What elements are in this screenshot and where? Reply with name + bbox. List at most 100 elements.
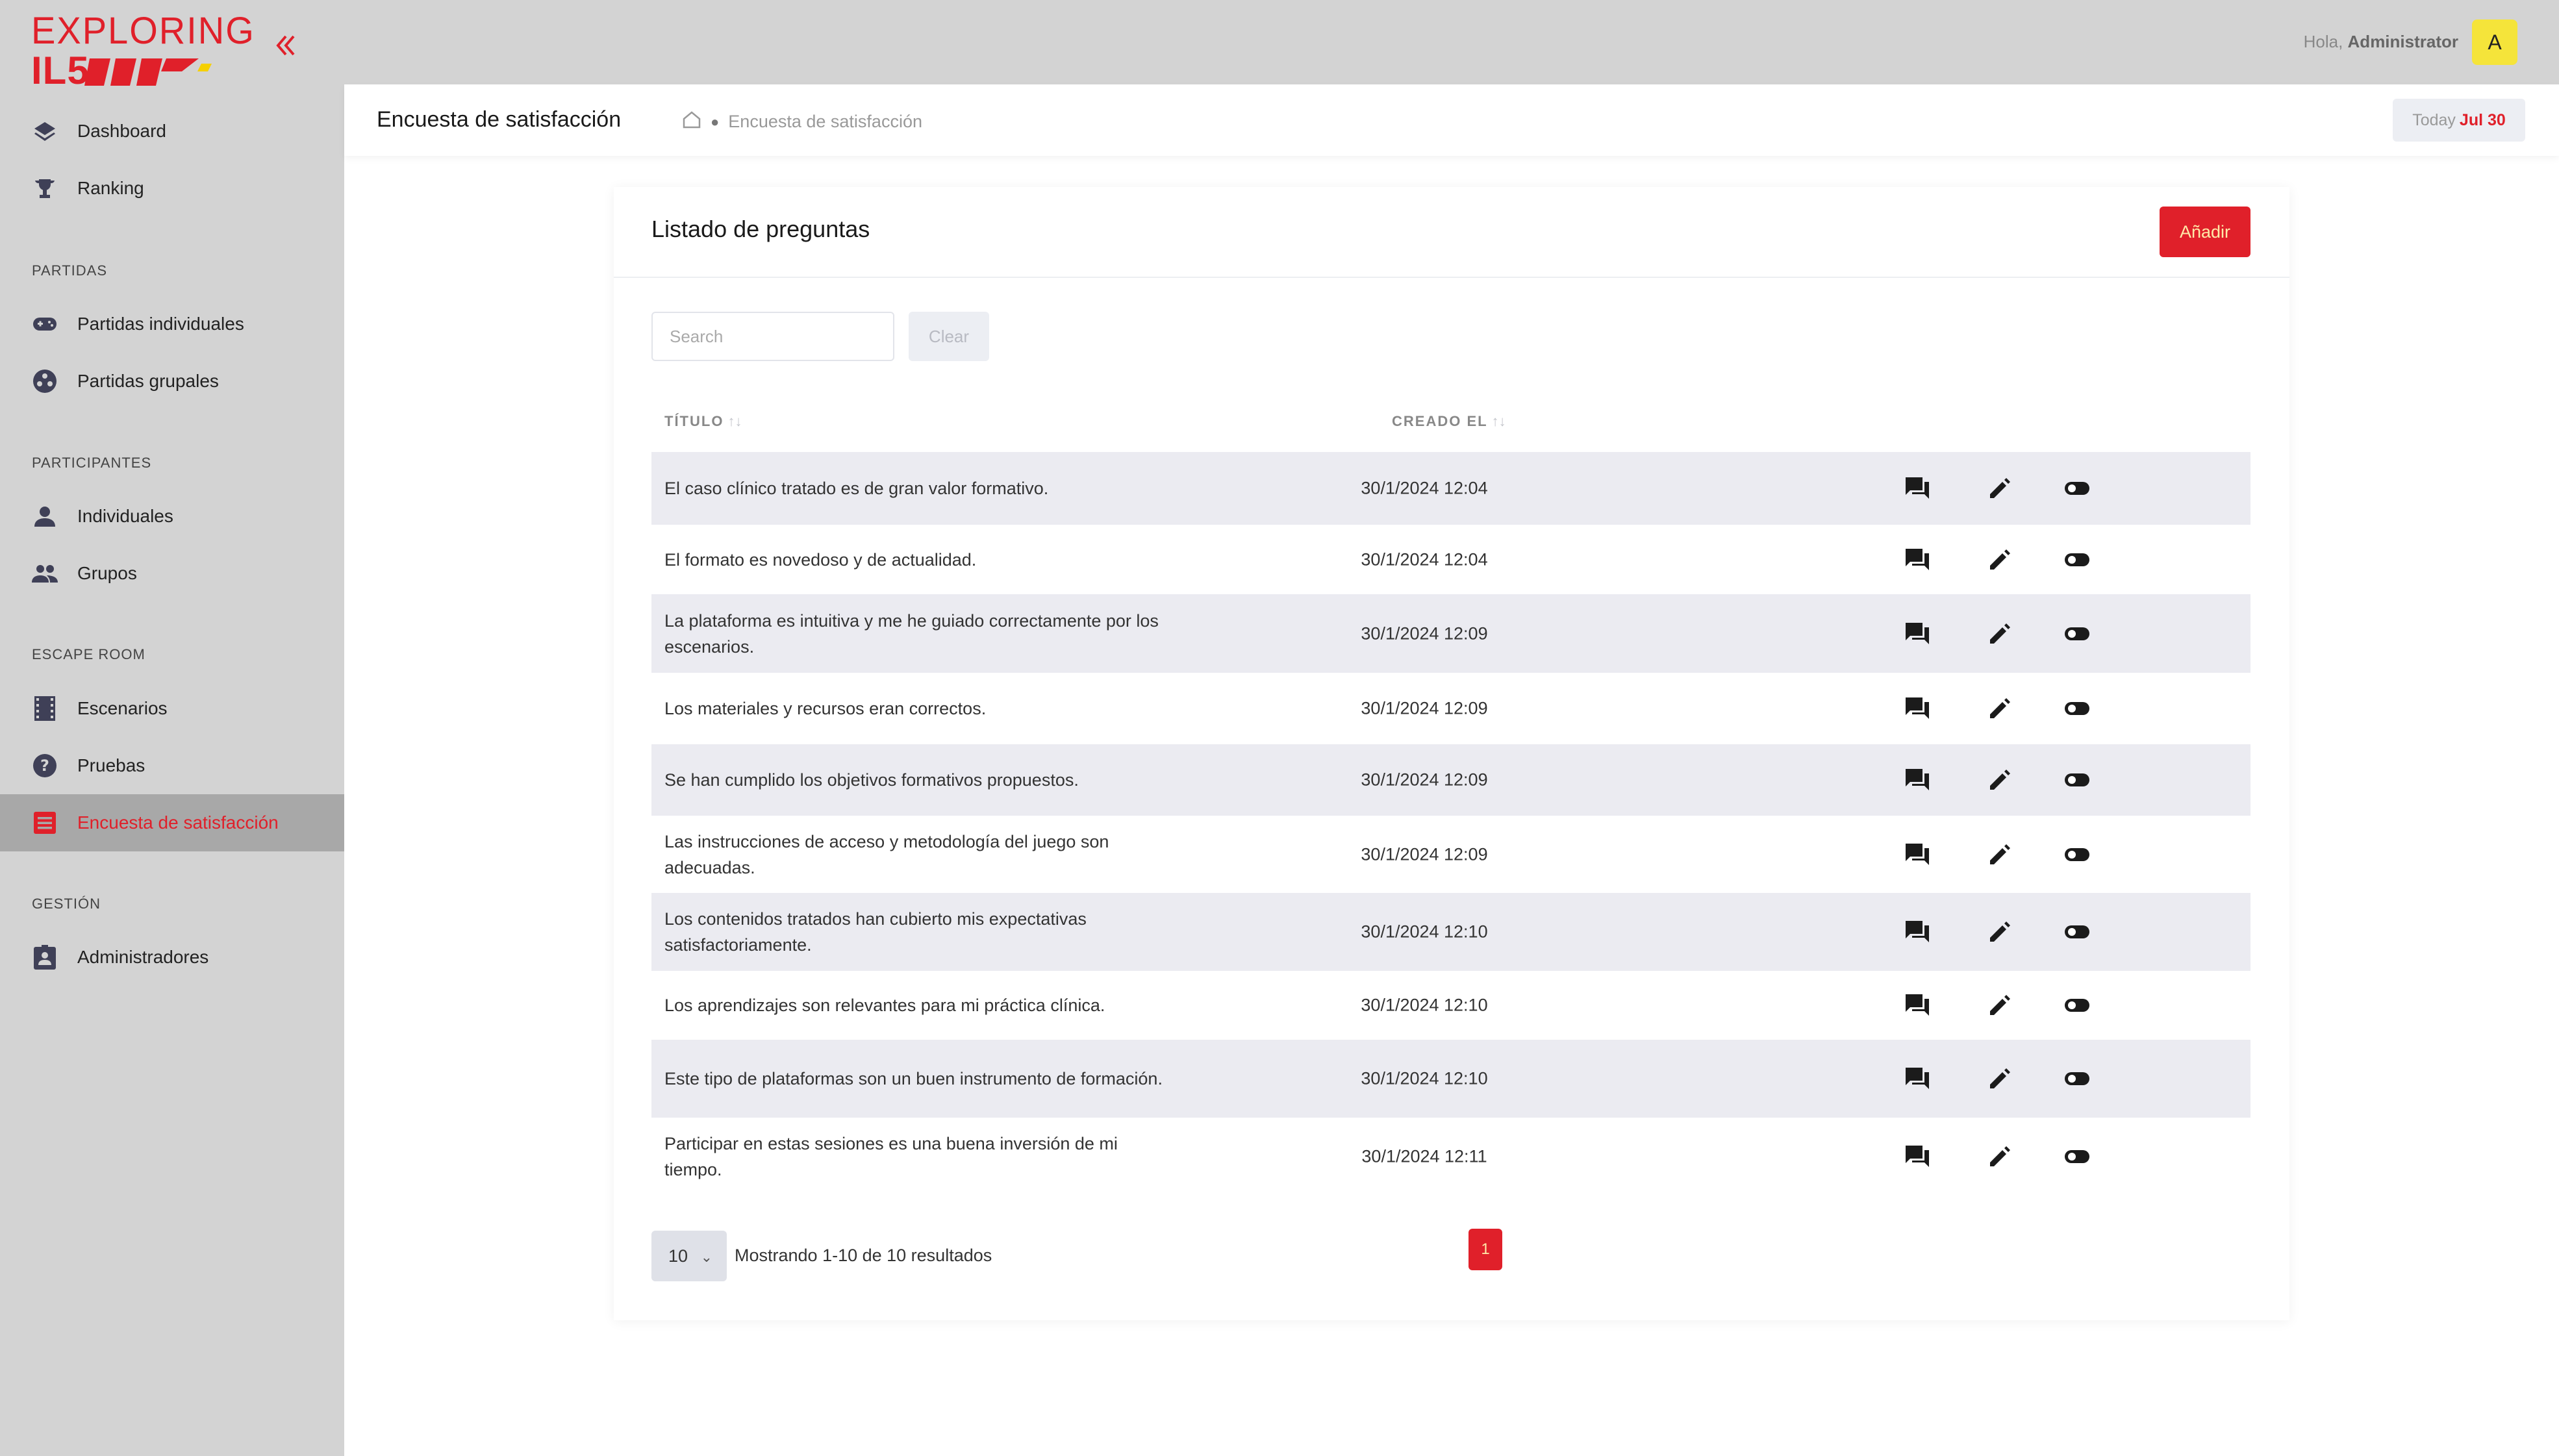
table-row: Participar en estas sesiones es una buen… — [651, 1118, 2250, 1195]
logo-mark: IL5 — [31, 49, 90, 92]
help-circle-icon: ? — [31, 752, 58, 779]
sort-icon: ↑↓ — [727, 413, 742, 429]
created-date: 30/1/2024 12:09 — [1361, 844, 1488, 864]
section-label-escape-room: ESCAPE ROOM — [32, 646, 145, 662]
sidebar-item-label: Ranking — [77, 178, 144, 198]
page-size-select[interactable]: 10 ⌄ — [651, 1231, 727, 1281]
home-icon[interactable] — [682, 110, 701, 133]
created-date: 30/1/2024 12:10 — [1361, 1068, 1488, 1088]
question-title: La plataforma es intuitiva y me he guiad… — [664, 610, 1159, 657]
sidebar: EXPLORING IL5 Dashboard Ranking PARTIDAS — [0, 0, 344, 1456]
edit-pencil-icon[interactable] — [1984, 544, 2016, 576]
sidebar-item-pruebas[interactable]: ? Pruebas — [0, 737, 344, 794]
table-row: Las instrucciones de acceso y metodologí… — [651, 816, 2250, 893]
list-icon — [31, 809, 58, 836]
user-name: Administrator — [2347, 32, 2458, 51]
edit-pencil-icon[interactable] — [1984, 764, 2016, 796]
toggle-switch-icon[interactable] — [2061, 989, 2093, 1022]
comments-icon[interactable] — [1901, 544, 1934, 576]
gamepad-icon — [31, 310, 58, 338]
comments-icon[interactable] — [1901, 472, 1934, 505]
created-date: 30/1/2024 12:09 — [1361, 623, 1488, 643]
toggle-switch-icon[interactable] — [2061, 764, 2093, 796]
edit-pencil-icon[interactable] — [1984, 618, 2016, 650]
created-date: 30/1/2024 12:10 — [1361, 922, 1488, 942]
questions-card: Listado de preguntas Añadir Clear TÍTULO… — [614, 187, 2289, 1320]
toggle-switch-icon[interactable] — [2061, 472, 2093, 505]
film-icon — [31, 695, 58, 722]
logo-word: EXPLORING — [31, 8, 255, 52]
column-header-created[interactable]: CREADO EL ↑↓ — [1392, 413, 1506, 430]
sidebar-item-individuales[interactable]: Individuales — [0, 488, 344, 545]
table-row: Los aprendizajes son relevantes para mi … — [651, 971, 2250, 1040]
sidebar-item-label: Pruebas — [77, 755, 145, 775]
group-circle-icon — [31, 368, 58, 395]
avatar[interactable]: A — [2472, 19, 2517, 65]
column-header-title[interactable]: TÍTULO ↑↓ — [664, 413, 742, 430]
clear-button[interactable]: Clear — [909, 312, 989, 361]
chevron-down-icon: ⌄ — [700, 1249, 712, 1265]
people-icon — [31, 560, 58, 587]
question-title: Se han cumplido los objetivos formativos… — [664, 770, 1079, 790]
toggle-switch-icon[interactable] — [2061, 838, 2093, 871]
sidebar-item-label: Administradores — [77, 947, 209, 967]
question-title: Participar en estas sesiones es una buen… — [664, 1133, 1118, 1179]
top-bar: Hola, Administrator A — [344, 0, 2559, 84]
sidebar-item-label: Partidas individuales — [77, 314, 244, 334]
sidebar-item-administradores[interactable]: Administradores — [0, 929, 344, 986]
card-divider — [614, 277, 2289, 278]
sidebar-item-label: Escenarios — [77, 698, 168, 718]
edit-pencil-icon[interactable] — [1984, 1062, 2016, 1095]
logo[interactable]: EXPLORING IL5 — [31, 8, 254, 92]
table-row: Este tipo de plataformas son un buen ins… — [651, 1040, 2250, 1118]
sidebar-item-encuesta-de-satisfaccion[interactable]: Encuesta de satisfacción — [0, 794, 344, 851]
page-button-1[interactable]: 1 — [1469, 1229, 1502, 1270]
column-header-label: CREADO EL — [1392, 413, 1488, 429]
edit-pencil-icon[interactable] — [1984, 692, 2016, 725]
sidebar-item-label: Partidas grupales — [77, 371, 219, 391]
card-title: Listado de preguntas — [651, 216, 870, 242]
toggle-switch-icon[interactable] — [2061, 916, 2093, 948]
sidebar-item-escenarios[interactable]: Escenarios — [0, 680, 344, 737]
comments-icon[interactable] — [1901, 1062, 1934, 1095]
sidebar-item-dashboard[interactable]: Dashboard — [0, 103, 344, 160]
comments-icon[interactable] — [1901, 916, 1934, 948]
created-date: 30/1/2024 12:09 — [1361, 770, 1488, 790]
comments-icon[interactable] — [1901, 838, 1934, 871]
table-row: Los contenidos tratados han cubierto mis… — [651, 893, 2250, 971]
sidebar-item-grupos[interactable]: Grupos — [0, 545, 344, 602]
toggle-switch-icon[interactable] — [2061, 1062, 2093, 1095]
toggle-switch-icon[interactable] — [2061, 692, 2093, 725]
edit-pencil-icon[interactable] — [1984, 989, 2016, 1022]
comments-icon[interactable] — [1901, 692, 1934, 725]
table-row: Los materiales y recursos eran correctos… — [651, 673, 2250, 744]
edit-pencil-icon[interactable] — [1984, 1140, 2016, 1173]
add-button[interactable]: Añadir — [2160, 207, 2250, 257]
double-chevron-left-icon — [276, 35, 295, 56]
edit-pencil-icon[interactable] — [1984, 838, 2016, 871]
page-title: Encuesta de satisfacción — [377, 107, 622, 132]
svg-text:?: ? — [40, 757, 49, 775]
badge-icon — [31, 944, 58, 971]
section-label-gestion: GESTIÓN — [32, 896, 101, 912]
sidebar-collapse-button[interactable] — [271, 31, 300, 60]
edit-pencil-icon[interactable] — [1984, 916, 2016, 948]
edit-pencil-icon[interactable] — [1984, 472, 2016, 505]
created-date: 30/1/2024 12:10 — [1361, 995, 1488, 1015]
comments-icon[interactable] — [1901, 989, 1934, 1022]
comments-icon[interactable] — [1901, 1140, 1934, 1173]
sidebar-item-partidas-individuales[interactable]: Partidas individuales — [0, 295, 344, 353]
sidebar-item-ranking[interactable]: Ranking — [0, 160, 344, 217]
sidebar-item-partidas-grupales[interactable]: Partidas grupales — [0, 353, 344, 410]
comments-icon[interactable] — [1901, 764, 1934, 796]
comments-icon[interactable] — [1901, 618, 1934, 650]
search-input[interactable] — [651, 312, 894, 361]
layers-icon — [31, 118, 58, 145]
pagination-info: Mostrando 1-10 de 10 resultados — [735, 1246, 992, 1265]
toggle-switch-icon[interactable] — [2061, 544, 2093, 576]
toggle-switch-icon[interactable] — [2061, 618, 2093, 650]
question-title: Los contenidos tratados han cubierto mis… — [664, 909, 1087, 955]
question-title: El formato es novedoso y de actualidad. — [664, 549, 977, 570]
toggle-switch-icon[interactable] — [2061, 1140, 2093, 1173]
today-date: Jul 30 — [2459, 111, 2506, 129]
